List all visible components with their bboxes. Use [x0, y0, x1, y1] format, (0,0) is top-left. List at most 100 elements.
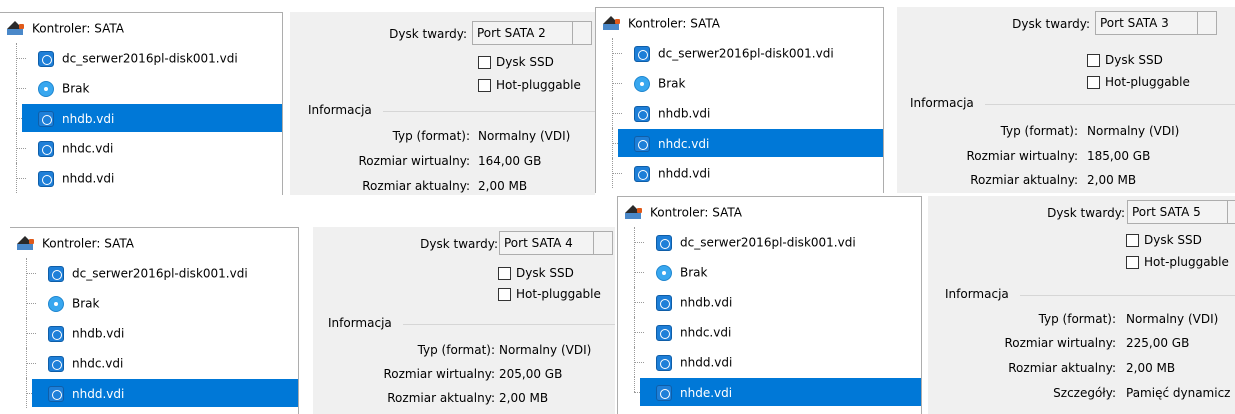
hard-disk-icon [48, 325, 64, 342]
hard-disk-icon [656, 294, 672, 311]
tree-item[interactable]: nhdc.vdi [0, 133, 282, 163]
tree-item[interactable]: Brak [596, 68, 883, 98]
attributes-panel-4: Dysk twardy: Port SATA 5 Dysk SSD Hot-pl… [928, 196, 1235, 414]
type-label: Typ (format): [417, 343, 495, 357]
storage-panel-1: Kontroler: SATA dc_serwer2016pl-disk001.… [0, 12, 595, 195]
virtual-size-label: Rozmiar wirtualny: [358, 154, 470, 168]
tree-item[interactable]: Brak [618, 257, 921, 287]
details-label: Szczegóły: [1053, 386, 1116, 400]
optical-disk-icon [38, 80, 54, 97]
tree-controller-sata[interactable]: Kontroler: SATA [0, 13, 282, 43]
actual-size-value: 2,00 MB [499, 391, 549, 405]
type-label: Typ (format): [1038, 312, 1116, 326]
tree-item-selected[interactable]: nhdb.vdi [0, 103, 282, 133]
sata-controller-icon [6, 20, 24, 37]
ssd-checkbox[interactable] [498, 267, 511, 280]
hotplug-label: Hot-pluggable [1144, 255, 1229, 269]
hotplug-checkbox[interactable] [498, 288, 511, 301]
actual-size-label: Rozmiar aktualny: [387, 391, 495, 405]
info-group-label: Informacja [910, 96, 974, 110]
virtual-size-label: Rozmiar wirtualny: [1004, 336, 1116, 350]
tree-item[interactable]: nhdc.vdi [10, 348, 298, 378]
tree-item[interactable]: nhdd.vdi [596, 158, 883, 188]
tree-item[interactable]: nhdb.vdi [10, 318, 298, 348]
tree-item[interactable]: nhdd.vdi [0, 163, 282, 193]
details-value: Pamięć dynamicz [1126, 386, 1231, 400]
actual-size-value: 2,00 MB [1087, 173, 1137, 187]
tree-item[interactable]: dc_serwer2016pl-disk001.vdi [10, 258, 298, 288]
hard-disk-icon [48, 265, 64, 282]
storage-panel-2: Kontroler: SATA dc_serwer2016pl-disk001.… [595, 7, 1235, 193]
virtual-size-value: 164,00 GB [478, 154, 542, 168]
attributes-panel-2: Dysk twardy: Port SATA 3 Dysk SSD Hot-pl… [897, 7, 1235, 193]
type-value: Normalny (VDI) [478, 129, 571, 143]
port-select[interactable]: Port SATA 5 [1127, 200, 1235, 224]
ssd-label: Dysk SSD [1105, 53, 1163, 67]
virtual-size-label: Rozmiar wirtualny: [383, 367, 495, 381]
port-select[interactable]: Port SATA 3 [1095, 11, 1217, 35]
tree-item[interactable]: Brak [10, 288, 298, 318]
storage-tree-1: Kontroler: SATA dc_serwer2016pl-disk001.… [0, 12, 283, 195]
hard-disk-icon [656, 384, 672, 401]
storage-panel-3: Kontroler: SATA dc_serwer2016pl-disk001.… [10, 227, 615, 414]
hard-disk-icon [38, 140, 54, 157]
sata-controller-icon [16, 235, 34, 252]
attributes-panel-3: Dysk twardy: Port SATA 4 Dysk SSD Hot-pl… [313, 227, 615, 414]
attributes-panel-1: Dysk twardy: Port SATA 2 Dysk SSD Hot-pl… [290, 12, 595, 195]
tree-item[interactable]: Brak [0, 73, 282, 103]
virtual-size-value: 205,00 GB [499, 367, 563, 381]
tree-controller-sata[interactable]: Kontroler: SATA [10, 228, 298, 258]
tree-item-selected[interactable]: nhdd.vdi [10, 378, 298, 408]
hard-disk-icon [656, 354, 672, 371]
info-group-label: Informacja [328, 316, 392, 330]
storage-tree-3: Kontroler: SATA dc_serwer2016pl-disk001.… [10, 227, 299, 414]
type-value: Normalny (VDI) [1126, 312, 1219, 326]
tree-controller-sata[interactable]: Kontroler: SATA [596, 8, 883, 38]
ssd-checkbox[interactable] [478, 56, 491, 69]
hotplug-label: Hot-pluggable [1105, 75, 1190, 89]
hotplug-checkbox[interactable] [1087, 76, 1100, 89]
hotplug-checkbox[interactable] [478, 79, 491, 92]
virtual-size-value: 185,00 GB [1087, 149, 1151, 163]
type-label: Typ (format): [392, 129, 470, 143]
tree-item[interactable]: nhdb.vdi [618, 287, 921, 317]
actual-size-label: Rozmiar aktualny: [362, 179, 470, 193]
actual-size-label: Rozmiar aktualny: [970, 173, 1078, 187]
ssd-label: Dysk SSD [1144, 233, 1202, 247]
storage-tree-2: Kontroler: SATA dc_serwer2016pl-disk001.… [595, 7, 884, 193]
disk-label: Dysk twardy: [420, 237, 498, 251]
type-value: Normalny (VDI) [499, 343, 592, 357]
sata-controller-icon [602, 15, 620, 32]
actual-size-label: Rozmiar aktualny: [1008, 361, 1116, 375]
hotplug-checkbox[interactable] [1126, 256, 1139, 269]
hard-disk-icon [656, 234, 672, 251]
tree-item[interactable]: nhdd.vdi [618, 347, 921, 377]
tree-controller-sata[interactable]: Kontroler: SATA [618, 197, 921, 227]
tree-item[interactable]: nhdc.vdi [618, 317, 921, 347]
info-group-label: Informacja [308, 103, 372, 117]
tree-item[interactable]: dc_serwer2016pl-disk001.vdi [618, 227, 921, 257]
hard-disk-icon [634, 45, 650, 62]
info-group-label: Informacja [945, 287, 1009, 301]
disk-label: Dysk twardy: [389, 27, 467, 41]
tree-item[interactable]: dc_serwer2016pl-disk001.vdi [0, 43, 282, 73]
type-value: Normalny (VDI) [1087, 124, 1180, 138]
hotplug-label: Hot-pluggable [496, 78, 581, 92]
port-select[interactable]: Port SATA 2 [472, 21, 592, 45]
sata-controller-icon [624, 204, 642, 221]
hard-disk-icon [38, 170, 54, 187]
port-select[interactable]: Port SATA 4 [499, 231, 613, 255]
ssd-checkbox[interactable] [1126, 234, 1139, 247]
disk-label: Dysk twardy: [1047, 206, 1125, 220]
ssd-label: Dysk SSD [516, 266, 574, 280]
tree-item[interactable]: nhdb.vdi [596, 98, 883, 128]
optical-disk-icon [634, 75, 650, 92]
tree-item[interactable]: dc_serwer2016pl-disk001.vdi [596, 38, 883, 68]
virtual-size-value: 225,00 GB [1126, 336, 1190, 350]
hard-disk-icon [38, 50, 54, 67]
storage-tree-4: Kontroler: SATA dc_serwer2016pl-disk001.… [617, 196, 922, 414]
tree-item-selected[interactable]: nhde.vdi [618, 377, 921, 407]
virtual-size-label: Rozmiar wirtualny: [966, 149, 1078, 163]
ssd-checkbox[interactable] [1087, 54, 1100, 67]
tree-item-selected[interactable]: nhdc.vdi [596, 128, 883, 158]
